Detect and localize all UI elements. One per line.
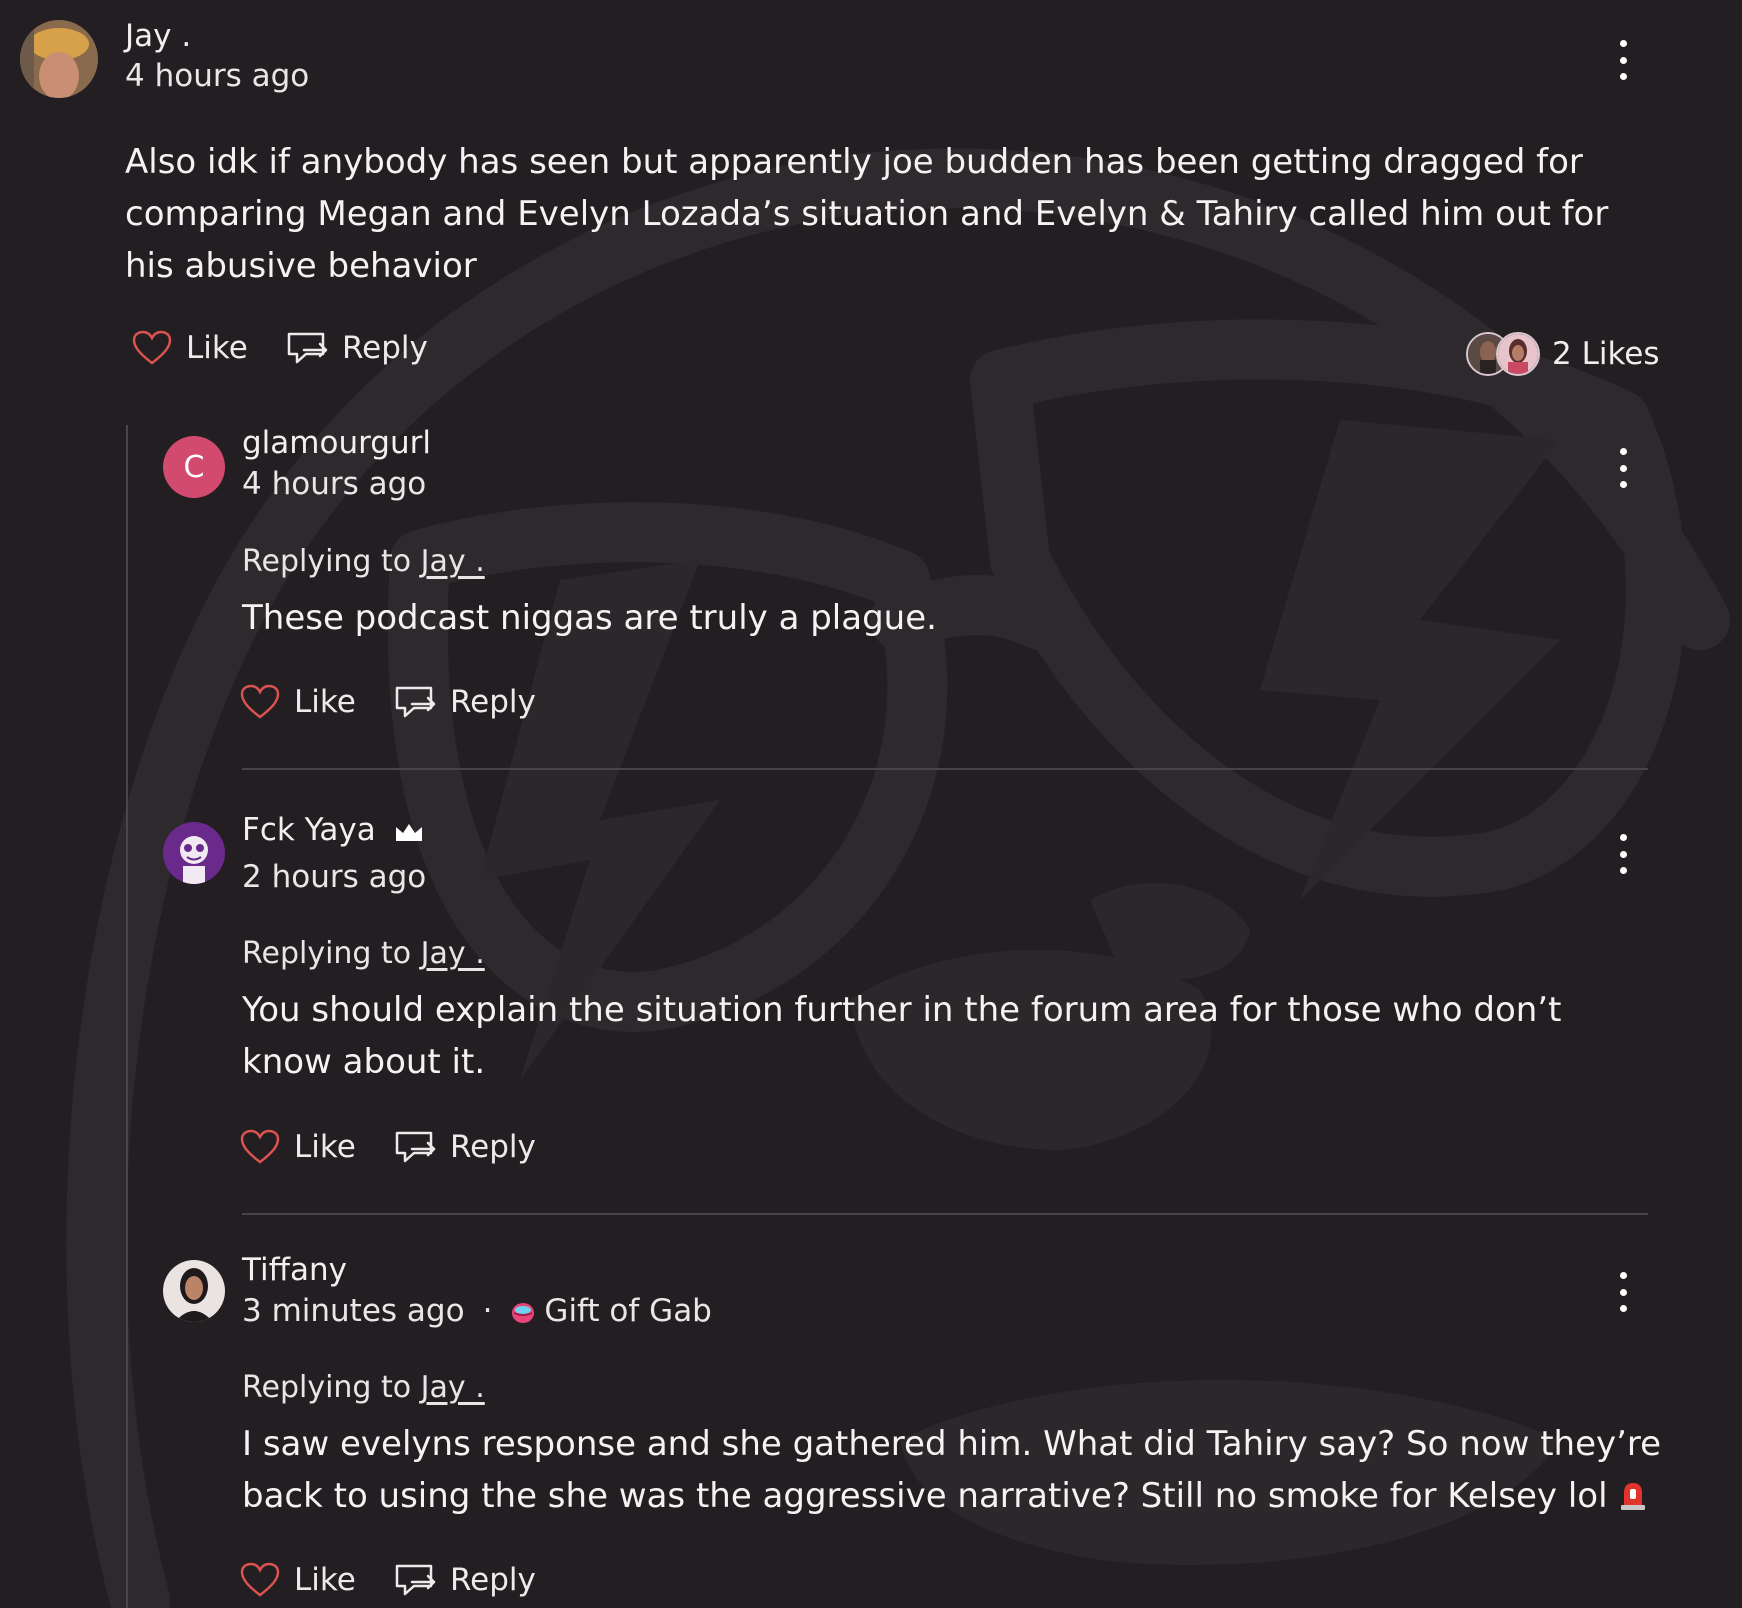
reply-timestamp: 2 hours ago [242,859,427,895]
liker-avatar [1496,332,1540,376]
separator-dot: · [482,1293,493,1329]
divider [242,1213,1648,1215]
mention-link[interactable]: Jay . [421,936,485,971]
like-label: Like [294,1129,356,1165]
reply-timestamp: 4 hours ago [242,466,427,502]
replying-to: Replying to Jay . [242,1370,485,1405]
reply-author[interactable]: Tiffany [242,1252,347,1288]
avatar[interactable] [163,822,225,884]
cartoon-avatar-icon [163,822,225,884]
reply-body: I saw evelyns response and she gathered … [242,1418,1672,1522]
likes-count: 2 Likes [1552,336,1660,372]
liker-avatars [1466,332,1542,376]
reply-label: Reply [450,1562,536,1598]
replying-prefix: Replying to [242,544,421,579]
reply-label: Reply [342,330,428,366]
replying-to: Replying to Jay . [242,544,485,579]
more-options-icon[interactable] [1617,1272,1629,1312]
more-options-icon[interactable] [1617,834,1629,874]
reply-label: Reply [450,684,536,720]
reply-body: These podcast niggas are truly a plague. [242,598,937,638]
reply-button[interactable]: Reply [394,1129,536,1165]
comment-body: Also idk if anybody has seen but apparen… [125,142,1609,286]
avatar-letter: C [183,449,205,485]
reply-arrow-icon [395,686,436,718]
thread-line [126,425,128,1608]
like-button[interactable]: Like [240,1129,356,1165]
reply-arrow-icon [287,332,328,364]
reply-button[interactable]: Reply [394,684,536,720]
avatar[interactable] [163,1260,225,1322]
reply-arrow-icon [395,1564,436,1596]
police-siren-icon [1620,1483,1645,1510]
more-options-icon[interactable] [1617,40,1629,80]
mention-link[interactable]: Jay . [421,1370,485,1405]
reply-body-text: I saw evelyns response and she gathered … [242,1424,1662,1516]
like-button[interactable]: Like [240,1562,356,1598]
avatar[interactable]: C [163,436,225,498]
comment-timestamp: 4 hours ago [125,58,310,94]
reply-arrow-icon [395,1131,436,1163]
user-photo-icon [20,20,98,98]
reply-label: Reply [450,1129,536,1165]
reply-button[interactable]: Reply [286,330,428,366]
more-options-icon[interactable] [1617,448,1629,488]
reply-timestamp: 3 minutes ago [242,1293,465,1329]
reply-body: You should explain the situation further… [242,990,1562,1082]
crown-icon [395,823,422,841]
like-label: Like [186,330,248,366]
reply-meta: 3 minutes ago · Gift of Gab [242,1293,712,1329]
reply-author[interactable]: Fck Yaya [242,812,424,848]
heart-outline-icon [132,330,172,365]
comment-author[interactable]: Jay . [125,18,191,54]
like-button[interactable]: Like [132,330,248,366]
divider [242,768,1648,770]
replying-to: Replying to Jay . [242,936,485,971]
like-button[interactable]: Like [240,684,356,720]
user-badge[interactable]: Gift of Gab [544,1293,711,1329]
reply-author[interactable]: glamourgurl [242,425,431,461]
avatar[interactable] [20,20,98,98]
replying-prefix: Replying to [242,936,421,971]
heart-outline-icon [240,684,280,719]
heart-outline-icon [240,1562,280,1597]
likes-summary[interactable]: 2 Likes [1466,332,1660,376]
like-label: Like [294,684,356,720]
user-photo-icon [163,1260,225,1322]
like-label: Like [294,1562,356,1598]
replying-prefix: Replying to [242,1370,421,1405]
comment-thread: Jay . 4 hours ago Also idk if anybody ha… [0,0,1742,1608]
reply-author-name: Fck Yaya [242,812,376,848]
reply-button[interactable]: Reply [394,1562,536,1598]
mention-link[interactable]: Jay . [421,544,485,579]
heart-outline-icon [240,1129,280,1164]
lips-icon [512,1302,535,1323]
